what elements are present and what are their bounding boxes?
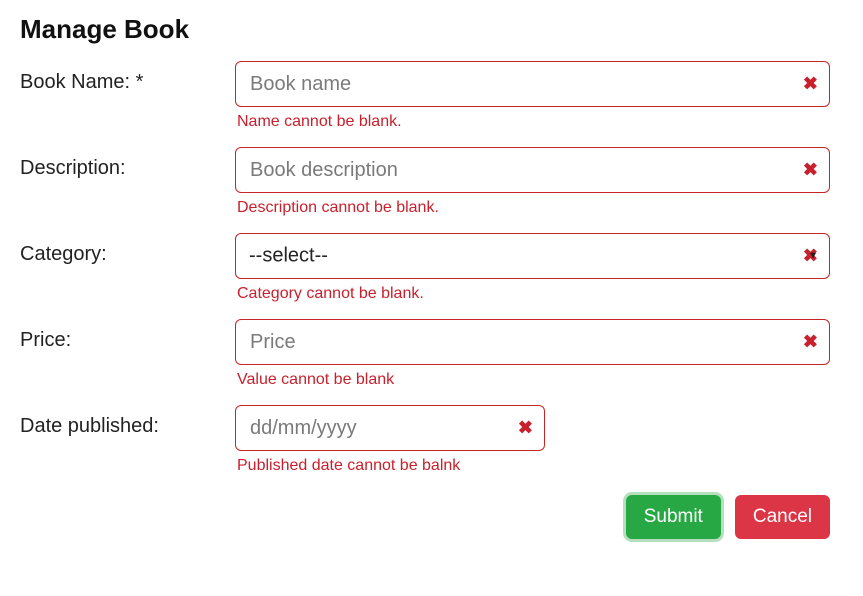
error-price: Value cannot be blank — [237, 371, 830, 389]
button-row: Submit Cancel — [20, 495, 830, 539]
page-title: Manage Book — [20, 14, 843, 45]
row-description: Description: ✖ Description cannot be bla… — [20, 147, 843, 229]
error-category: Category cannot be blank. — [237, 285, 830, 303]
category-select[interactable] — [235, 233, 830, 279]
row-book-name: Book Name: * ✖ Name cannot be blank. — [20, 61, 843, 143]
clear-icon[interactable]: ✖ — [803, 332, 818, 353]
error-description: Description cannot be blank. — [237, 199, 830, 217]
submit-button[interactable]: Submit — [626, 495, 721, 539]
row-date-published: Date published: ✖ Published date cannot … — [20, 405, 843, 487]
price-input[interactable] — [235, 319, 830, 365]
label-price: Price: — [20, 319, 235, 352]
clear-icon[interactable]: ✖ — [803, 160, 818, 181]
label-description: Description: — [20, 147, 235, 180]
label-date-published: Date published: — [20, 405, 235, 438]
clear-icon[interactable]: ✖ — [518, 418, 533, 439]
clear-icon[interactable]: ✖ — [803, 246, 818, 267]
error-book-name: Name cannot be blank. — [237, 113, 830, 131]
cancel-button[interactable]: Cancel — [735, 495, 830, 539]
clear-icon[interactable]: ✖ — [803, 74, 818, 95]
book-name-input[interactable] — [235, 61, 830, 107]
error-date-published: Published date cannot be balnk — [237, 457, 830, 475]
description-input[interactable] — [235, 147, 830, 193]
date-published-input[interactable] — [235, 405, 545, 451]
label-category: Category: — [20, 233, 235, 266]
row-category: Category: --select-- ✖ ▼ Category cannot… — [20, 233, 843, 315]
row-price: Price: ✖ Value cannot be blank — [20, 319, 843, 401]
label-book-name: Book Name: * — [20, 61, 235, 94]
